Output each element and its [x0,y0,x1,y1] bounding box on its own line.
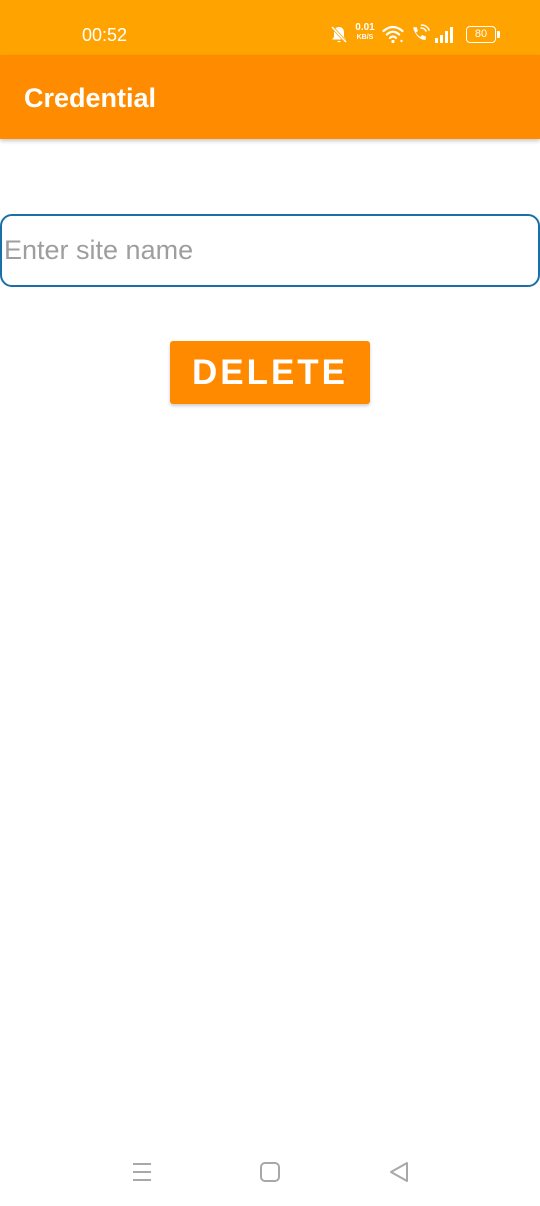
delete-button[interactable]: DELETE [170,341,370,404]
site-name-input[interactable] [0,214,540,287]
mute-icon [330,25,348,44]
signal-icon [435,27,453,43]
back-icon[interactable] [387,1161,411,1183]
network-speed: 0.01 [355,22,375,33]
home-icon[interactable] [259,1161,281,1183]
wifi-icon [382,25,404,44]
recent-apps-icon[interactable] [130,1161,154,1183]
wifi-calling-icon [413,24,430,40]
app-bar: Credential [0,55,540,139]
page-title: Credential [24,83,157,113]
status-bar: 00:52 0.01 KB/S 80 [0,0,540,55]
status-time: 00:52 [82,25,128,45]
battery-icon: 80 [466,26,496,43]
navigation-bar [0,1140,540,1206]
network-speed-unit: KB/S [356,34,374,41]
battery-tip [497,31,500,38]
